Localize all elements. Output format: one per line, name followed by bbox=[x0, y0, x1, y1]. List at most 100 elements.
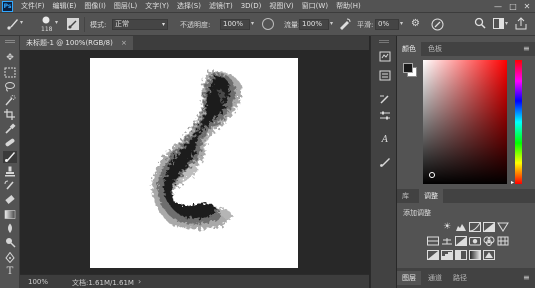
canvas-workspace bbox=[20, 50, 369, 274]
opacity-value: 100% bbox=[223, 20, 244, 28]
menu-edit[interactable]: 编辑(E) bbox=[53, 1, 77, 11]
marquee-tool-icon[interactable] bbox=[3, 67, 17, 79]
tab-libraries[interactable]: 库 bbox=[397, 189, 414, 203]
document-canvas[interactable] bbox=[90, 58, 298, 268]
smoothing-label: 平滑: bbox=[357, 21, 374, 29]
menu-filter[interactable]: 滤镜(T) bbox=[209, 1, 233, 11]
move-tool-icon[interactable]: ✥ bbox=[3, 52, 17, 64]
tab-swatches[interactable]: 色板 bbox=[423, 42, 447, 56]
opacity-label: 不透明度: bbox=[180, 21, 211, 29]
eraser-tool-icon[interactable] bbox=[3, 194, 17, 206]
menu-window[interactable]: 窗口(W) bbox=[302, 1, 328, 11]
quick-selection-tool-icon[interactable] bbox=[3, 95, 17, 107]
chevron-down-icon: ▾ bbox=[161, 21, 165, 28]
brushes-panel-icon[interactable] bbox=[378, 156, 392, 168]
workspace-icon[interactable] bbox=[492, 17, 505, 30]
menu-layer[interactable]: 图层(L) bbox=[114, 1, 137, 11]
photo-filter-icon[interactable] bbox=[469, 236, 481, 246]
healing-brush-tool-icon[interactable] bbox=[3, 137, 17, 149]
airbrush-icon[interactable] bbox=[338, 18, 351, 30]
chevron-down-icon[interactable]: ▾ bbox=[20, 19, 23, 26]
flow-label: 流量: bbox=[284, 21, 301, 29]
menu-file[interactable]: 文件(F) bbox=[21, 1, 45, 11]
menu-select[interactable]: 选择(S) bbox=[177, 1, 201, 11]
color-balance-icon[interactable] bbox=[441, 236, 453, 246]
minimize-button[interactable]: — bbox=[491, 1, 505, 12]
menu-3d[interactable]: 3D(D) bbox=[241, 2, 262, 10]
history-brush-tool-icon[interactable] bbox=[3, 180, 17, 192]
black-white-icon[interactable] bbox=[455, 236, 467, 246]
add-adjustment-title: 添加调整 bbox=[403, 209, 431, 217]
curves-icon[interactable] bbox=[469, 222, 481, 232]
hue-slider[interactable] bbox=[515, 60, 522, 184]
tab-layers[interactable]: 图层 bbox=[397, 271, 421, 285]
adjustment-sliders-icon[interactable] bbox=[378, 110, 392, 122]
color-picker-cursor[interactable] bbox=[429, 172, 435, 178]
chevron-down-icon[interactable]: ▾ bbox=[330, 20, 333, 27]
threshold-icon[interactable] bbox=[455, 250, 467, 260]
chevron-down-icon[interactable]: ▾ bbox=[400, 20, 403, 27]
panel-menu-icon[interactable]: ≡ bbox=[523, 44, 530, 53]
blur-tool-icon[interactable] bbox=[3, 223, 17, 235]
crop-tool-icon[interactable] bbox=[3, 109, 17, 121]
flow-field[interactable]: 100% bbox=[299, 19, 329, 30]
hue-saturation-icon[interactable] bbox=[427, 236, 439, 246]
menu-type[interactable]: 文字(Y) bbox=[145, 1, 169, 11]
posterize-icon[interactable] bbox=[441, 250, 453, 260]
exposure-icon[interactable] bbox=[483, 222, 495, 232]
tab-color[interactable]: 颜色 bbox=[397, 42, 421, 56]
levels-icon[interactable] bbox=[455, 222, 467, 232]
menu-image[interactable]: 图像(I) bbox=[84, 1, 106, 11]
panel-grip[interactable] bbox=[5, 40, 15, 43]
dodge-tool-icon[interactable] bbox=[3, 237, 17, 249]
gradient-map-icon[interactable] bbox=[469, 250, 481, 260]
tab-paths[interactable]: 路径 bbox=[448, 271, 472, 285]
vibrance-icon[interactable] bbox=[497, 222, 509, 232]
history-panel-icon[interactable] bbox=[378, 51, 392, 63]
opacity-field[interactable]: 100% bbox=[220, 19, 250, 30]
invert-icon[interactable] bbox=[427, 250, 439, 260]
zoom-level[interactable]: 100% bbox=[28, 278, 48, 286]
mode-select[interactable]: 正常 ▾ bbox=[112, 19, 168, 30]
character-panel-icon[interactable]: A bbox=[378, 134, 392, 146]
properties-panel-icon[interactable] bbox=[378, 70, 392, 82]
close-tab-icon[interactable]: × bbox=[121, 39, 127, 47]
search-icon[interactable] bbox=[474, 17, 487, 30]
brightness-contrast-icon[interactable]: ☀ bbox=[441, 222, 453, 232]
pressure-opacity-icon[interactable] bbox=[262, 18, 274, 30]
brush-settings-toggle-icon[interactable] bbox=[67, 18, 79, 30]
maximize-button[interactable]: □ bbox=[506, 1, 520, 12]
chevron-down-icon[interactable]: ▾ bbox=[505, 20, 508, 27]
share-icon[interactable] bbox=[514, 17, 528, 30]
brush-tool-icon[interactable] bbox=[3, 151, 17, 163]
pen-tool-icon[interactable] bbox=[3, 251, 17, 264]
tab-adjustments[interactable]: 调整 bbox=[419, 189, 443, 203]
brush-tip-icon[interactable] bbox=[40, 15, 52, 25]
pressure-size-icon[interactable] bbox=[431, 18, 444, 31]
panel-menu-icon[interactable]: ≡ bbox=[523, 273, 530, 282]
smoothing-field[interactable]: 0% bbox=[375, 19, 399, 30]
gear-icon[interactable]: ⚙ bbox=[411, 18, 423, 30]
hue-slider-handle[interactable]: ▸ bbox=[511, 179, 514, 186]
channel-mixer-icon[interactable] bbox=[483, 236, 495, 246]
selective-color-icon[interactable] bbox=[483, 250, 495, 260]
brush-tool-preset-icon[interactable] bbox=[6, 17, 20, 31]
tab-channels[interactable]: 通道 bbox=[423, 271, 447, 285]
brush-settings-panel-icon[interactable] bbox=[378, 94, 392, 106]
document-tab[interactable]: 未标题-1 @ 100%(RGB/8) × bbox=[20, 36, 133, 50]
status-menu-arrow[interactable]: › bbox=[138, 277, 141, 286]
panel-grip[interactable] bbox=[379, 40, 389, 43]
chevron-down-icon[interactable]: ▾ bbox=[251, 20, 254, 27]
color-picker-field[interactable] bbox=[423, 60, 507, 184]
gradient-tool-icon[interactable] bbox=[3, 209, 17, 221]
clone-stamp-tool-icon[interactable] bbox=[3, 166, 17, 178]
menu-help[interactable]: 帮助(H) bbox=[336, 1, 361, 11]
lasso-tool-icon[interactable] bbox=[3, 81, 17, 93]
foreground-color-swatch[interactable] bbox=[403, 63, 413, 73]
color-lookup-icon[interactable] bbox=[497, 236, 509, 246]
eyedropper-tool-icon[interactable] bbox=[3, 123, 17, 135]
menu-view[interactable]: 视图(V) bbox=[269, 1, 293, 11]
close-window-button[interactable]: ✕ bbox=[520, 1, 534, 12]
chevron-down-icon[interactable]: ▾ bbox=[55, 19, 58, 26]
type-tool-icon[interactable]: T bbox=[3, 266, 17, 278]
